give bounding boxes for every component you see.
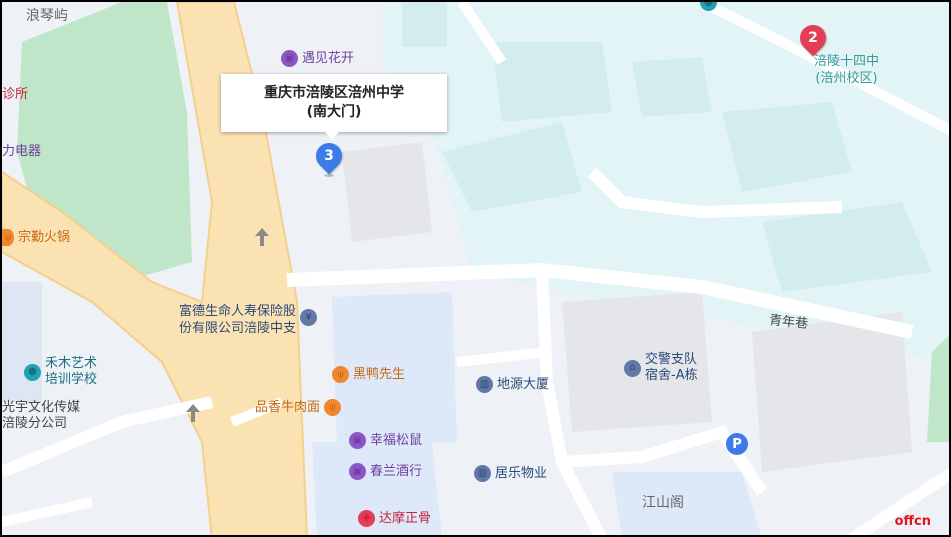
fork-knife-icon: ψ: [2, 229, 14, 246]
area-label-guangyu-line1: 光宇文化传媒: [2, 400, 81, 415]
building-block: [612, 472, 761, 535]
poi-label: 品香牛肉面: [255, 400, 321, 415]
road: [456, 347, 548, 367]
map-view[interactable]: 浪琴屿 诊所 力电器 青年巷 江山阁 光宇文化传媒 涪陵分公司 ▣ 遇见花开 ψ…: [0, 0, 951, 537]
poi-label-line2: 宿舍-A栋: [645, 368, 698, 383]
direction-arrow-icon: [255, 228, 269, 246]
area-label-clinic: 诊所: [2, 87, 29, 102]
area-label-langqinyu: 浪琴屿: [26, 8, 68, 24]
poi-label: 地源大厦: [497, 377, 550, 392]
poi-label: 遇见花开: [302, 51, 355, 66]
poi-chunlan-liquor[interactable]: ▣ 春兰酒行: [349, 463, 422, 480]
shopping-bag-icon: ▣: [349, 463, 366, 480]
road: [2, 497, 94, 527]
poi-label: 黑鸭先生: [353, 367, 406, 382]
school-label-line1: 涪陵十四中: [814, 54, 880, 69]
area-label-guangyu-line2: 涪陵分公司: [2, 416, 68, 431]
map-marker-2[interactable]: 2: [794, 19, 832, 57]
building-block: [342, 142, 432, 242]
marker-shadow: [324, 174, 334, 177]
direction-arrow-icon: [186, 404, 200, 422]
poi-label: 春兰酒行: [370, 464, 423, 479]
house-icon: ⌂: [624, 359, 641, 377]
building-icon: ▥: [476, 376, 493, 393]
marker-number: 3: [324, 148, 334, 164]
area-label-appliance: 力电器: [2, 144, 42, 159]
callout-title-line1: 重庆市涪陵区涪州中学: [264, 85, 404, 101]
shopping-bag-icon: ▣: [349, 432, 366, 449]
building-block: [752, 312, 912, 472]
parking-icon[interactable]: P: [726, 433, 748, 455]
shopping-bag-icon: ▣: [281, 50, 298, 67]
callout-title-line2: (南大门): [306, 104, 362, 120]
building-block: [402, 2, 447, 47]
poi-xingfu-songshu[interactable]: ▣ 幸福松鼠: [349, 432, 422, 449]
yen-icon: ¥: [300, 309, 318, 326]
area-label-jiangshange: 江山阁: [642, 495, 684, 511]
poi-label-line1: 富德生命人寿保险股: [179, 304, 297, 319]
medical-cross-icon: ✚: [358, 510, 375, 527]
location-callout[interactable]: 重庆市涪陵区涪州中学 (南大门): [221, 74, 447, 139]
poi-pinxiang-noodles[interactable]: 品香牛肉面 ψ: [255, 399, 342, 416]
poi-top-edge: ●: [700, 2, 717, 11]
poi-traffic-police-dorm[interactable]: ⌂ 交警支队 宿舍-A栋: [624, 352, 698, 384]
poi-label: 居乐物业: [495, 466, 548, 481]
marker-number: 2: [808, 30, 818, 46]
poi-diyuan-building[interactable]: ▥ 地源大厦: [476, 376, 549, 393]
poi-label: 幸福松鼠: [370, 433, 423, 448]
poi-hemu-art-school[interactable]: ● 禾木艺术 培训学校: [24, 356, 97, 388]
fork-knife-icon: ψ: [332, 366, 349, 383]
poi-label-line1: 禾木艺术: [45, 356, 98, 371]
poi-label-line1: 交警支队: [645, 352, 698, 367]
school-label-line2: (涪州校区): [815, 71, 878, 86]
poi-label: 达摩正骨: [379, 511, 432, 526]
poi-label-line2: 培训学校: [45, 372, 98, 387]
fork-knife-icon: ψ: [324, 399, 342, 416]
watermark: offcn: [894, 514, 931, 529]
map-base-layer: [2, 2, 949, 535]
poi-label-line2: 份有限公司涪陵中支: [179, 321, 297, 336]
building-block: [632, 57, 712, 117]
poi-jule-property[interactable]: ▥ 居乐物业: [474, 465, 547, 482]
school-label: 涪陵十四中 (涪州校区): [814, 53, 879, 87]
poi-label: 宗勤火锅: [18, 230, 71, 245]
building-block: [492, 42, 612, 122]
poi-zongqin-hotpot[interactable]: ψ 宗勤火锅: [2, 229, 70, 246]
pin-icon: ●: [24, 363, 41, 381]
building-icon: ▥: [474, 465, 491, 482]
map-marker-3[interactable]: 3: [310, 137, 348, 175]
poi-heiya-xiansheng[interactable]: ψ 黑鸭先生: [332, 366, 405, 383]
poi-fude-insurance[interactable]: 富德生命人寿保险股 份有限公司涪陵中支 ¥: [179, 303, 318, 337]
pin-icon: ●: [700, 2, 717, 11]
poi-yujianhuakai[interactable]: ▣ 遇见花开: [281, 50, 354, 67]
poi-damo-bonesetting[interactable]: ✚ 达摩正骨: [358, 510, 431, 527]
